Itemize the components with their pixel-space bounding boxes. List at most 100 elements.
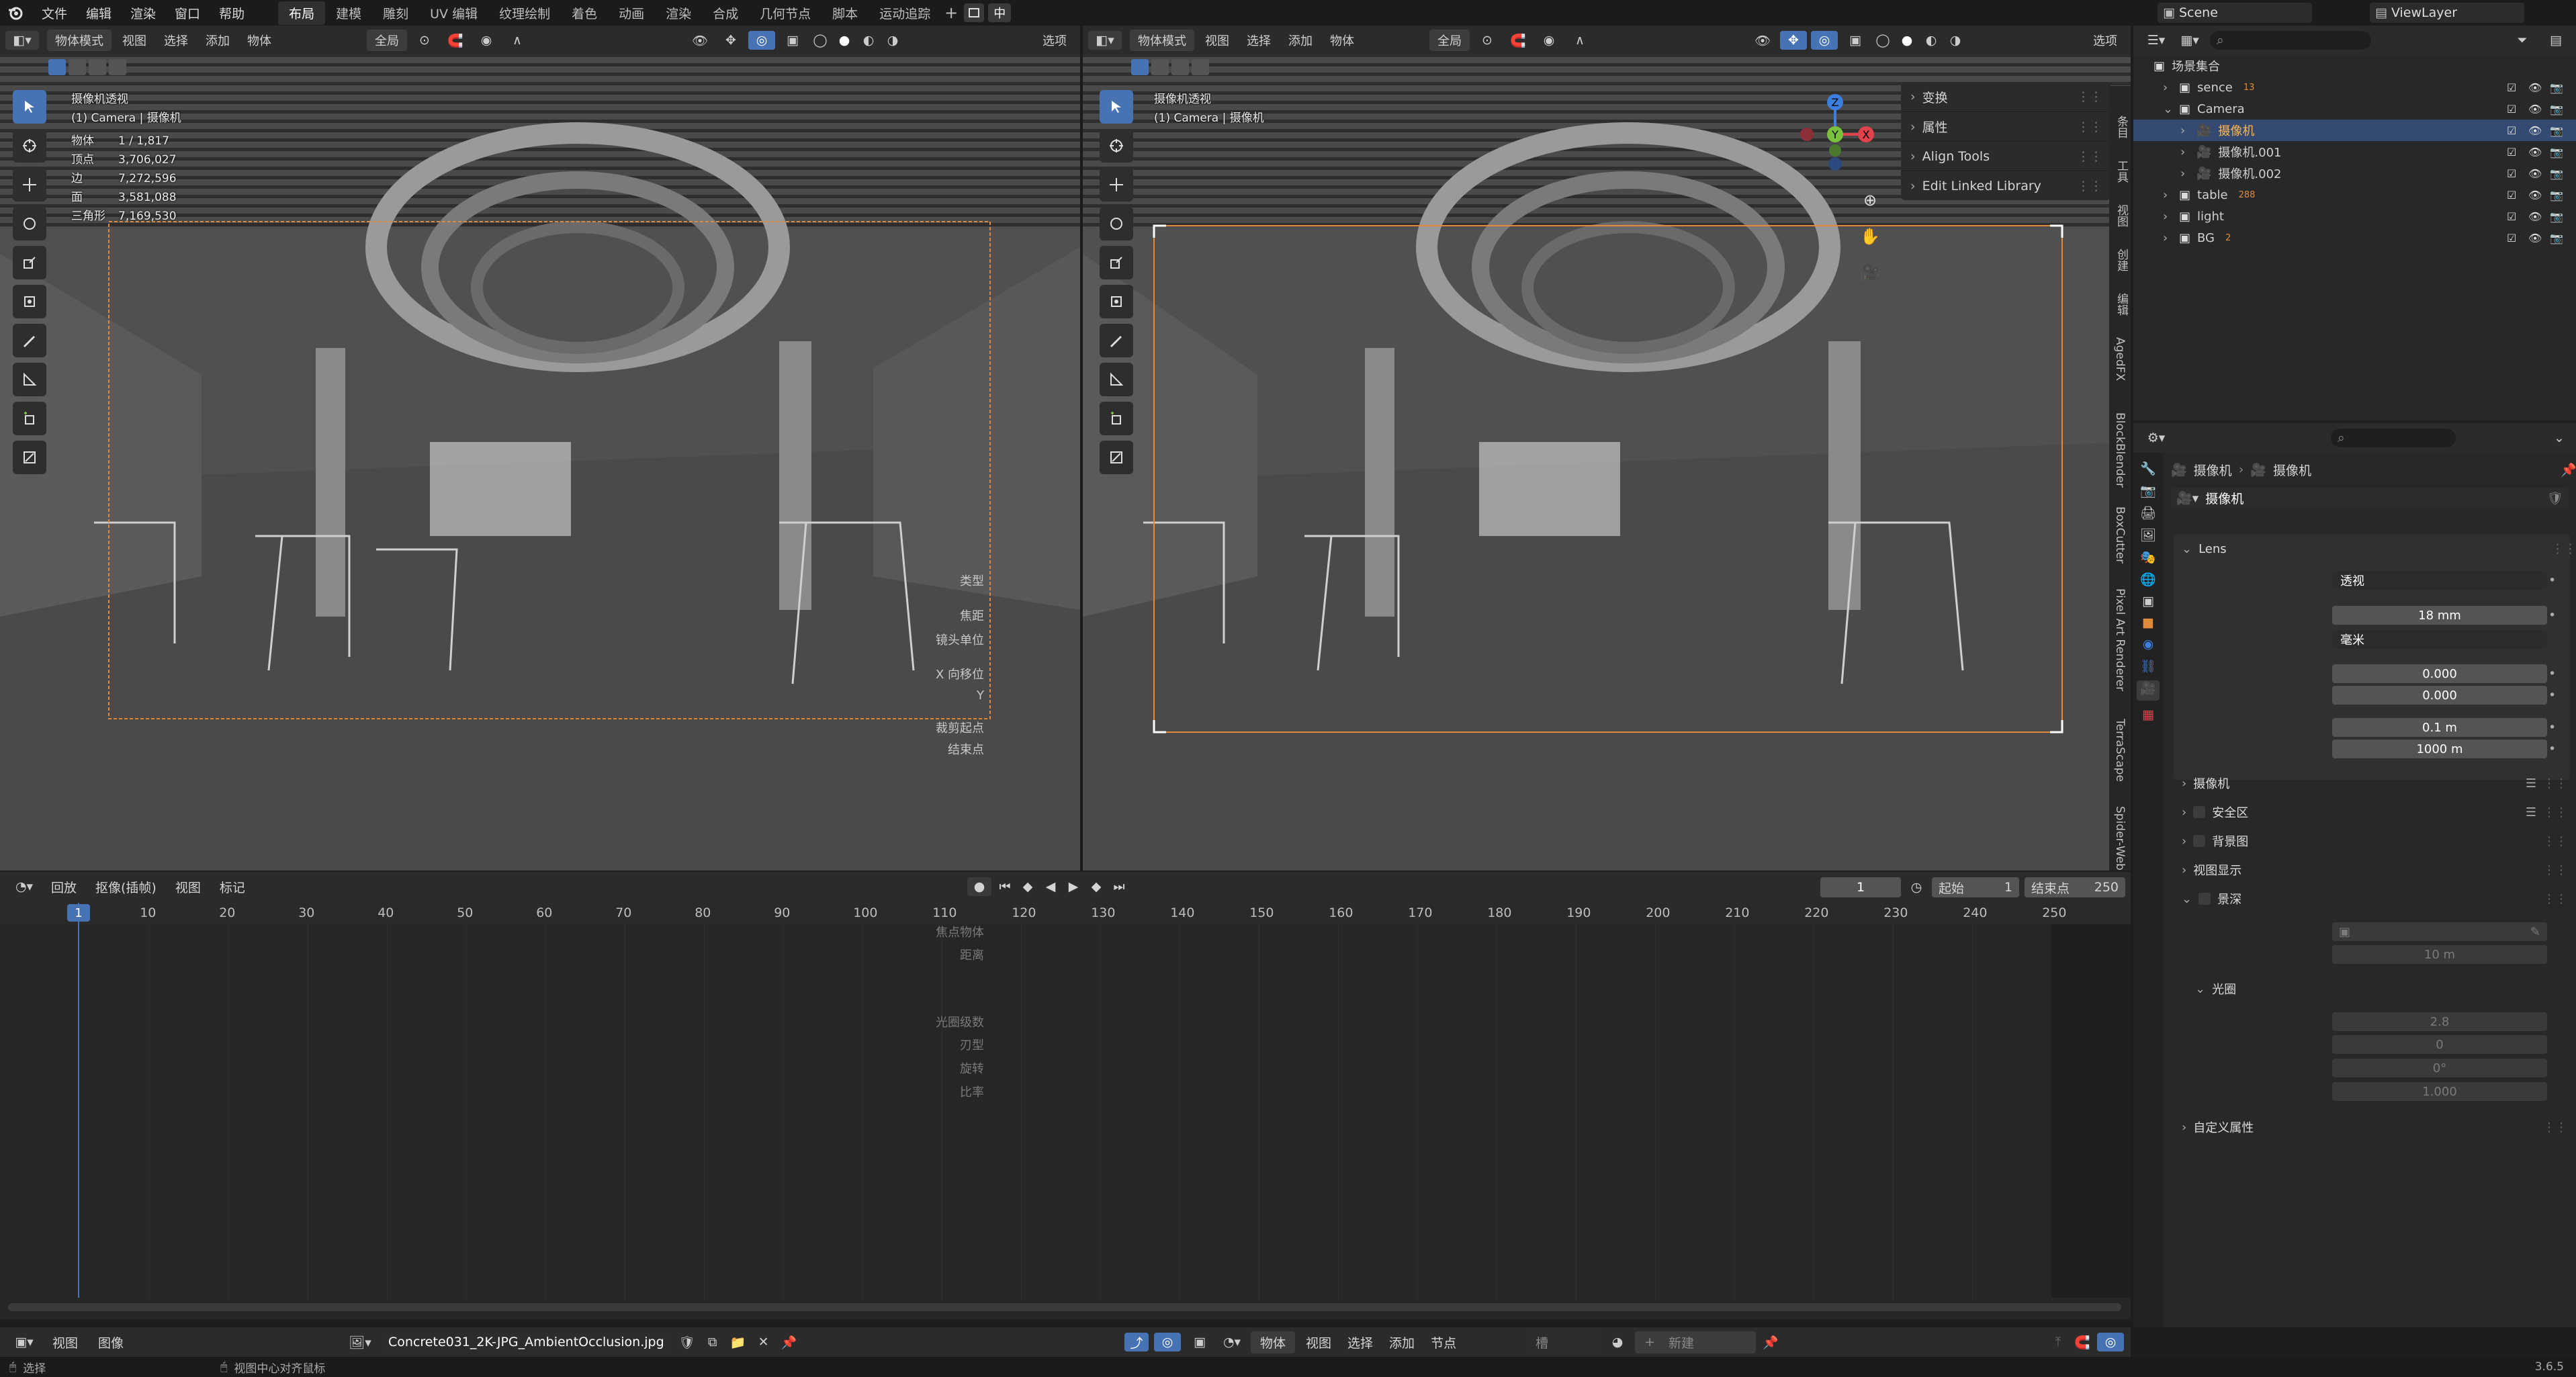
checkbox[interactable]	[2193, 806, 2206, 818]
fstop-field[interactable]: 2.8	[2332, 1012, 2547, 1031]
options-dropdown[interactable]: 选项	[1036, 30, 1073, 51]
tool-tab-icon[interactable]: 🔧	[2140, 461, 2156, 476]
camera-view-icon[interactable]: 🎥	[1857, 259, 1883, 286]
chevron-right-icon[interactable]: ›	[2163, 231, 2172, 245]
list-icon[interactable]: ☰	[2526, 805, 2536, 819]
tab-geometry-nodes[interactable]: 几何节点	[749, 1, 821, 25]
workspace-icon[interactable]	[964, 3, 985, 22]
eyedropper-icon[interactable]: ✎	[2530, 925, 2540, 939]
shading-rendered-icon[interactable]: ◑	[1945, 33, 1965, 48]
chevron-right-icon[interactable]: ›	[2180, 124, 2190, 138]
outliner-item[interactable]: › ▣ sence 13 ☑ 👁 📷	[2133, 77, 2576, 98]
display-mode-icon[interactable]: ▦▾	[2176, 33, 2203, 48]
tab-motion-tracking[interactable]: 运动追踪	[869, 1, 941, 25]
xray-icon[interactable]: ▣	[1186, 1335, 1213, 1349]
checkbox[interactable]	[2193, 835, 2206, 847]
snap-icon[interactable]: 🧲	[1505, 33, 1531, 48]
select-box-tool-icon[interactable]	[13, 90, 46, 124]
clip-start-field[interactable]: 0.1 m	[2332, 718, 2547, 737]
overlay-node-icon[interactable]: ◎	[2097, 1333, 2124, 1351]
focus-object-field[interactable]: ▣ ✎	[2332, 922, 2547, 941]
shading-material-icon[interactable]: ◐	[858, 33, 879, 48]
new-image-icon[interactable]: ⧉	[703, 1335, 722, 1349]
menu-view[interactable]: 视图	[169, 878, 208, 896]
select-new-icon[interactable]	[1131, 59, 1149, 75]
image-name-field[interactable]: Concrete031_2K-JPG_AmbientOcclusion.jpg	[382, 1333, 671, 1351]
move-tool-icon[interactable]	[1100, 168, 1133, 202]
menu-object[interactable]: 物体	[240, 30, 278, 51]
rotation-field[interactable]: 0°	[2332, 1059, 2547, 1077]
outliner-item[interactable]: › 🎥 摄像机.001 ☑ 👁 📷	[2133, 141, 2576, 163]
shading-solid-icon[interactable]: ●	[834, 33, 854, 48]
annotate-tool-icon[interactable]	[13, 324, 46, 357]
shading-wire-icon[interactable]: ◯	[1873, 33, 1893, 48]
fake-user-icon[interactable]: 🛡	[678, 1335, 697, 1350]
falloff-icon[interactable]: ∧	[1566, 33, 1593, 48]
checkbox[interactable]: ☑	[2507, 103, 2516, 116]
menu-select[interactable]: 选择	[1342, 1333, 1378, 1351]
shading-wire-icon[interactable]: ◯	[810, 33, 830, 48]
outliner-search-input[interactable]: ⌕	[2210, 31, 2371, 50]
eye-icon[interactable]: 👁	[2528, 124, 2542, 137]
snap-toggle-icon[interactable]: 🧲	[2073, 1335, 2092, 1350]
panel-align-tools[interactable]: › Align Tools ⋮⋮	[1901, 141, 2111, 171]
lens-panel-header[interactable]: ⌄ Lens	[2182, 535, 2227, 562]
render-tab-icon[interactable]: 📷	[2140, 483, 2156, 498]
tab-rendering[interactable]: 渲染	[655, 1, 702, 25]
outliner-item[interactable]: › ▣ table 288 ☑ 👁 📷	[2133, 184, 2576, 206]
outliner-root[interactable]: ▣ 场景集合	[2133, 55, 2576, 77]
drag-handle-icon[interactable]: ⋮⋮	[2077, 179, 2102, 193]
lens-unit-dropdown[interactable]: 毫米	[2332, 630, 2547, 649]
drag-handle-icon[interactable]: ⋮⋮	[2543, 834, 2567, 848]
start-frame-field[interactable]: 起始 1	[1932, 877, 2019, 897]
pan-hand-icon[interactable]: ✋	[1857, 223, 1883, 250]
image-editor-icon[interactable]: ▣▾	[9, 1335, 39, 1349]
camera-render-icon[interactable]: 📷	[2550, 210, 2563, 223]
overlay-icon[interactable]: ◎	[1811, 31, 1838, 50]
editor-type-icon[interactable]: ◧▾	[1088, 31, 1122, 50]
shift-y-field[interactable]: 0.000	[2332, 686, 2547, 705]
outliner-item[interactable]: › 🎥 摄像机 ☑ 👁 📷	[2133, 120, 2576, 141]
tab-tool[interactable]: 工具	[2113, 160, 2130, 183]
language-toggle-button[interactable]: 中	[988, 3, 1012, 22]
tab-uv-editing[interactable]: UV 编辑	[419, 1, 488, 25]
chevron-right-icon[interactable]: ›	[2180, 167, 2190, 181]
view-layer-selector[interactable]: ▤ ViewLayer	[2370, 3, 2524, 23]
menu-marker[interactable]: 标记	[213, 878, 252, 896]
xray-icon[interactable]: ▣	[1842, 33, 1869, 48]
checkbox[interactable]: ☑	[2507, 232, 2516, 245]
select-subtract-icon[interactable]	[89, 59, 106, 75]
snap-icon[interactable]: 🧲	[442, 33, 469, 48]
chevron-down-icon[interactable]: ⌄	[2163, 102, 2173, 116]
lens-type-dropdown[interactable]: 透视	[2332, 571, 2547, 590]
scene-selector[interactable]: ▣ Scene	[2158, 3, 2312, 23]
menu-edit[interactable]: 编辑	[77, 4, 121, 22]
menu-select[interactable]: 选择	[1240, 30, 1278, 51]
proportional-edit-icon[interactable]: ◉	[473, 33, 500, 48]
tab-sculpting[interactable]: 雕刻	[372, 1, 419, 25]
tab-animation[interactable]: 动画	[608, 1, 655, 25]
menu-keying[interactable]: 抠像(插帧)	[89, 878, 163, 896]
clip-end-field[interactable]: 1000 m	[2332, 740, 2547, 758]
tab-blockblender[interactable]: BlockBlender	[2113, 412, 2127, 488]
pin-icon[interactable]: 📌	[1761, 1335, 1780, 1350]
tab-agedfx[interactable]: AgedFX	[2113, 337, 2127, 381]
image-browse-icon[interactable]: 🖼▾	[345, 1335, 375, 1350]
shift-x-field[interactable]: 0.000	[2332, 664, 2547, 683]
shading-solid-icon[interactable]: ●	[1897, 33, 1917, 48]
menu-view[interactable]: 视图	[1198, 30, 1236, 51]
drag-handle-icon[interactable]: ⋮⋮	[2077, 149, 2102, 164]
drag-handle-icon[interactable]: ⋮⋮	[2077, 89, 2102, 104]
blender-logo-icon[interactable]	[5, 5, 26, 21]
camera-render-icon[interactable]: 📷	[2550, 167, 2563, 180]
visibility-icon[interactable]: 👁	[1749, 33, 1776, 48]
object-type-dropdown[interactable]: 物体	[1251, 1331, 1296, 1353]
menu-add[interactable]: 添加	[1384, 1333, 1420, 1351]
zoom-icon[interactable]: ⊕	[1857, 187, 1883, 214]
timeline-editor-icon[interactable]: ◔▾	[9, 877, 39, 896]
tab-edit[interactable]: 编辑	[2113, 293, 2130, 316]
falloff-icon[interactable]: ∧	[504, 33, 531, 48]
add-cube-tool-icon[interactable]	[13, 402, 46, 435]
section-camera[interactable]: › 摄像机 ☰ ⋮⋮	[2182, 770, 2575, 797]
camera-render-icon[interactable]: 📷	[2550, 189, 2563, 202]
